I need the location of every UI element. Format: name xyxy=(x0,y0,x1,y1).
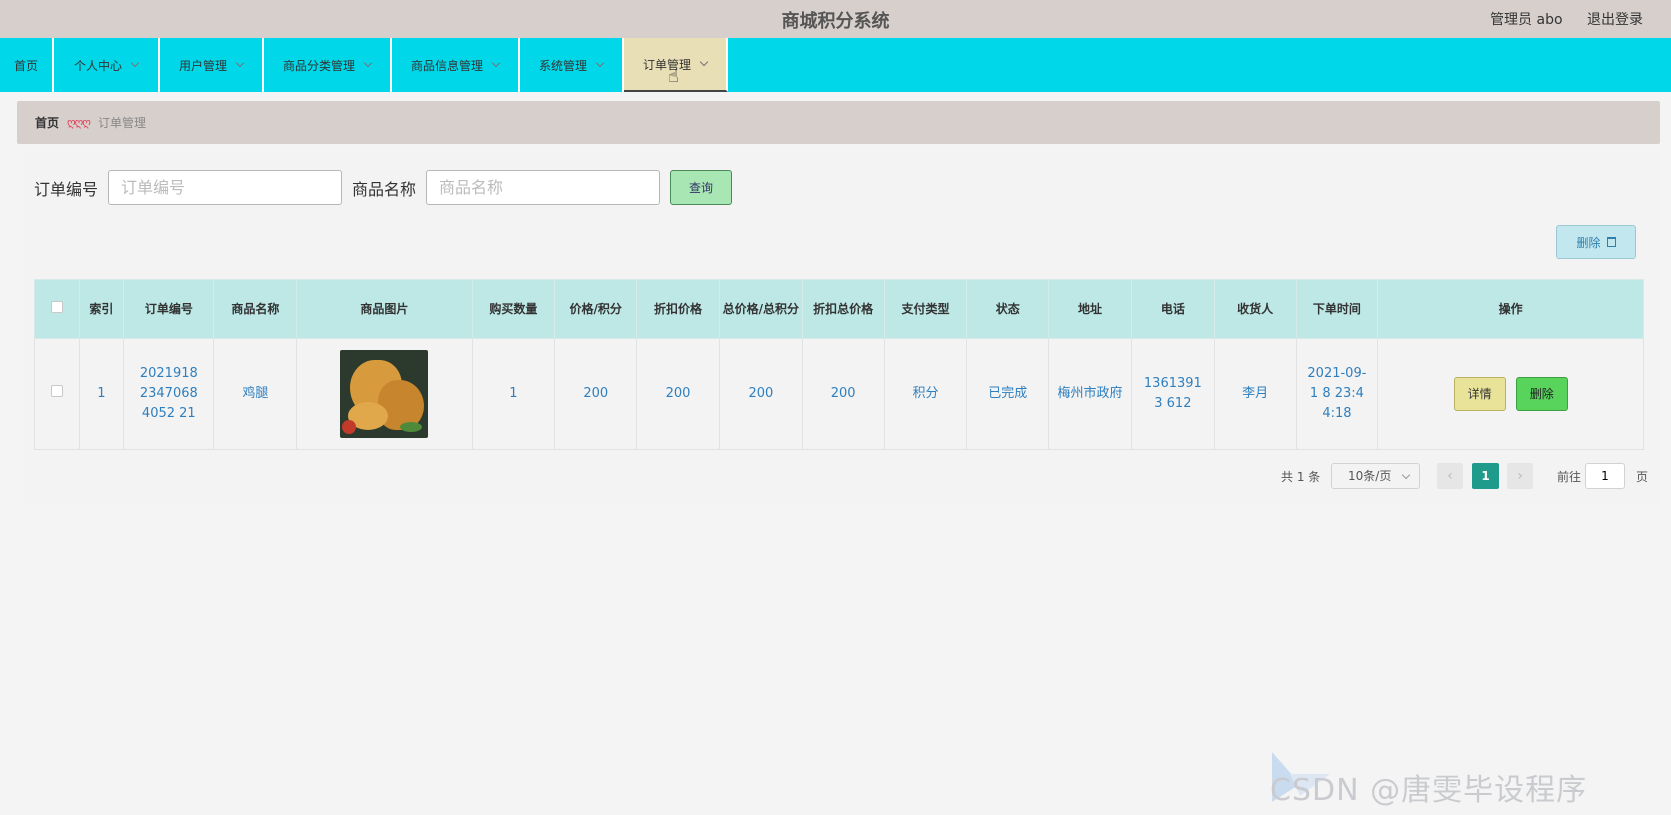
chevron-down-icon xyxy=(363,58,373,68)
nav-label: 商品信息管理 xyxy=(410,58,483,73)
content-panel: 订单编号 商品名称 查询 删除 索引 订单编号 商品名称 商品图片 购买数量 价… xyxy=(17,152,1660,504)
query-button[interactable]: 查询 xyxy=(670,170,733,205)
batch-delete-button[interactable]: 删除 xyxy=(1556,225,1636,259)
watermark-text: CSDN @唐雯毕设程序 xyxy=(1270,773,1588,808)
column-header: 商品名称 xyxy=(213,279,298,339)
cell-pay-type: 积分 xyxy=(883,338,968,450)
goto-label: 前往 xyxy=(1557,470,1582,484)
main-nav: 首页 个人中心 用户管理 商品分类管理 商品信息管理 系统管理 订单管理 ☝ xyxy=(0,38,1671,92)
cell-status: 已完成 xyxy=(966,338,1050,450)
delete-button[interactable]: 删除 xyxy=(1515,377,1568,411)
logout-link[interactable]: 退出登录 xyxy=(1587,12,1643,28)
chevron-down-icon xyxy=(595,58,605,68)
breadcrumb: 首页 ღღღ 订单管理 xyxy=(17,101,1660,144)
table-header-row: 索引 订单编号 商品名称 商品图片 购买数量 价格/积分 折扣价格 总价格/总积… xyxy=(34,279,1644,339)
table-row: 1 202191823470684052 21 鸡腿 1 200 200 200… xyxy=(34,338,1644,450)
column-header: 订单编号 xyxy=(123,279,215,339)
chevron-down-icon xyxy=(699,57,709,67)
cell-discount-price: 200 xyxy=(636,338,720,450)
page-suffix: 页 xyxy=(1636,470,1649,484)
nav-category-management[interactable]: 商品分类管理 xyxy=(264,38,392,92)
next-page-button[interactable]: › xyxy=(1507,463,1533,489)
cell-receiver: 李月 xyxy=(1213,338,1297,450)
total-count: 共 1 条 xyxy=(1281,470,1321,484)
phone-text: 13613913 612 xyxy=(1143,376,1202,411)
nav-system-management[interactable]: 系统管理 xyxy=(520,38,624,92)
chevron-down-icon xyxy=(491,58,501,68)
cell-quantity: 1 xyxy=(471,338,556,450)
nav-label: 系统管理 xyxy=(538,58,587,73)
cell-actions: 详情 删除 xyxy=(1377,338,1644,450)
select-all-checkbox[interactable] xyxy=(50,301,63,313)
column-header: 收货人 xyxy=(1213,279,1297,339)
cell-product-image xyxy=(296,338,473,450)
order-no-label: 订单编号 xyxy=(34,179,99,199)
order-no-input[interactable] xyxy=(108,170,343,205)
nav-label: 商品分类管理 xyxy=(282,58,355,73)
prev-page-button[interactable]: ‹ xyxy=(1437,463,1463,489)
nav-label: 订单管理 xyxy=(642,57,691,72)
cell-discount-total: 200 xyxy=(801,338,885,450)
row-checkbox[interactable] xyxy=(50,385,63,397)
order-no-text: 202191823470684052 21 xyxy=(139,366,198,421)
chevron-down-icon xyxy=(1401,470,1411,480)
trash-icon xyxy=(1606,237,1616,247)
detail-button[interactable]: 详情 xyxy=(1453,377,1506,411)
batch-delete-label: 删除 xyxy=(1576,235,1601,250)
current-user: 管理员 abo xyxy=(1490,12,1563,28)
column-header: 状态 xyxy=(966,279,1050,339)
column-header: 下单时间 xyxy=(1295,279,1379,339)
goto-page-input[interactable] xyxy=(1585,463,1625,489)
cell-order-no: 202191823470684052 21 xyxy=(123,338,215,450)
cell-order-time: 2021-09-1 8 23:44:18 xyxy=(1295,338,1379,450)
search-row: 订单编号 商品名称 查询 xyxy=(34,170,733,205)
order-time-text: 2021-09-1 8 23:44:18 xyxy=(1307,366,1367,421)
cell-total: 200 xyxy=(718,338,803,450)
product-name-input[interactable] xyxy=(426,170,661,205)
orders-table: 索引 订单编号 商品名称 商品图片 购买数量 价格/积分 折扣价格 总价格/总积… xyxy=(34,279,1644,450)
column-header: 支付类型 xyxy=(883,279,968,339)
nav-user-management[interactable]: 用户管理 xyxy=(160,38,264,92)
select-all-cell xyxy=(34,279,80,339)
nav-label: 个人中心 xyxy=(73,58,122,73)
cell-phone: 13613913 612 xyxy=(1130,338,1215,450)
cell-address: 梅州市政府 xyxy=(1048,338,1132,450)
column-header: 操作 xyxy=(1377,279,1644,339)
hand-cursor-icon: ☝ xyxy=(668,66,679,87)
column-header: 电话 xyxy=(1130,279,1215,339)
chevron-down-icon xyxy=(235,58,245,68)
cell-price: 200 xyxy=(554,338,638,450)
column-header: 索引 xyxy=(78,279,125,339)
cell-product: 鸡腿 xyxy=(213,338,298,450)
column-header: 总价格/总积分 xyxy=(718,279,803,339)
column-header: 折扣价格 xyxy=(636,279,720,339)
top-header: 商城积分系统 管理员 abo 退出登录 xyxy=(0,0,1671,38)
column-header: 地址 xyxy=(1048,279,1132,339)
nav-home[interactable]: 首页 xyxy=(0,38,54,92)
column-header: 折扣总价格 xyxy=(801,279,885,339)
top-right-area: 管理员 abo 退出登录 xyxy=(1470,9,1643,29)
page-size-value: 10条/页 xyxy=(1348,469,1392,483)
nav-label: 首页 xyxy=(13,58,38,73)
fried-chicken-image xyxy=(340,350,429,438)
breadcrumb-separator-icon: ღღღ xyxy=(67,116,91,129)
pagination: 共 1 条 10条/页 ‹ 1 › 前往 页 xyxy=(17,462,1648,490)
cell-index: 1 xyxy=(78,338,125,450)
column-header: 商品图片 xyxy=(296,279,473,339)
column-header: 购买数量 xyxy=(471,279,556,339)
site-title: 商城积分系统 xyxy=(781,11,890,32)
nav-order-management[interactable]: 订单管理 ☝ xyxy=(624,38,728,92)
breadcrumb-home[interactable]: 首页 xyxy=(35,114,59,131)
row-select-cell xyxy=(34,338,80,450)
product-name-label: 商品名称 xyxy=(352,179,417,199)
chevron-down-icon xyxy=(130,58,140,68)
breadcrumb-current: 订单管理 xyxy=(97,116,146,130)
nav-label: 用户管理 xyxy=(178,58,227,73)
nav-product-management[interactable]: 商品信息管理 xyxy=(392,38,520,92)
page-number-current[interactable]: 1 xyxy=(1472,463,1499,489)
page-size-select[interactable]: 10条/页 xyxy=(1331,463,1420,489)
column-header: 价格/积分 xyxy=(554,279,638,339)
nav-personal-center[interactable]: 个人中心 xyxy=(54,38,160,92)
